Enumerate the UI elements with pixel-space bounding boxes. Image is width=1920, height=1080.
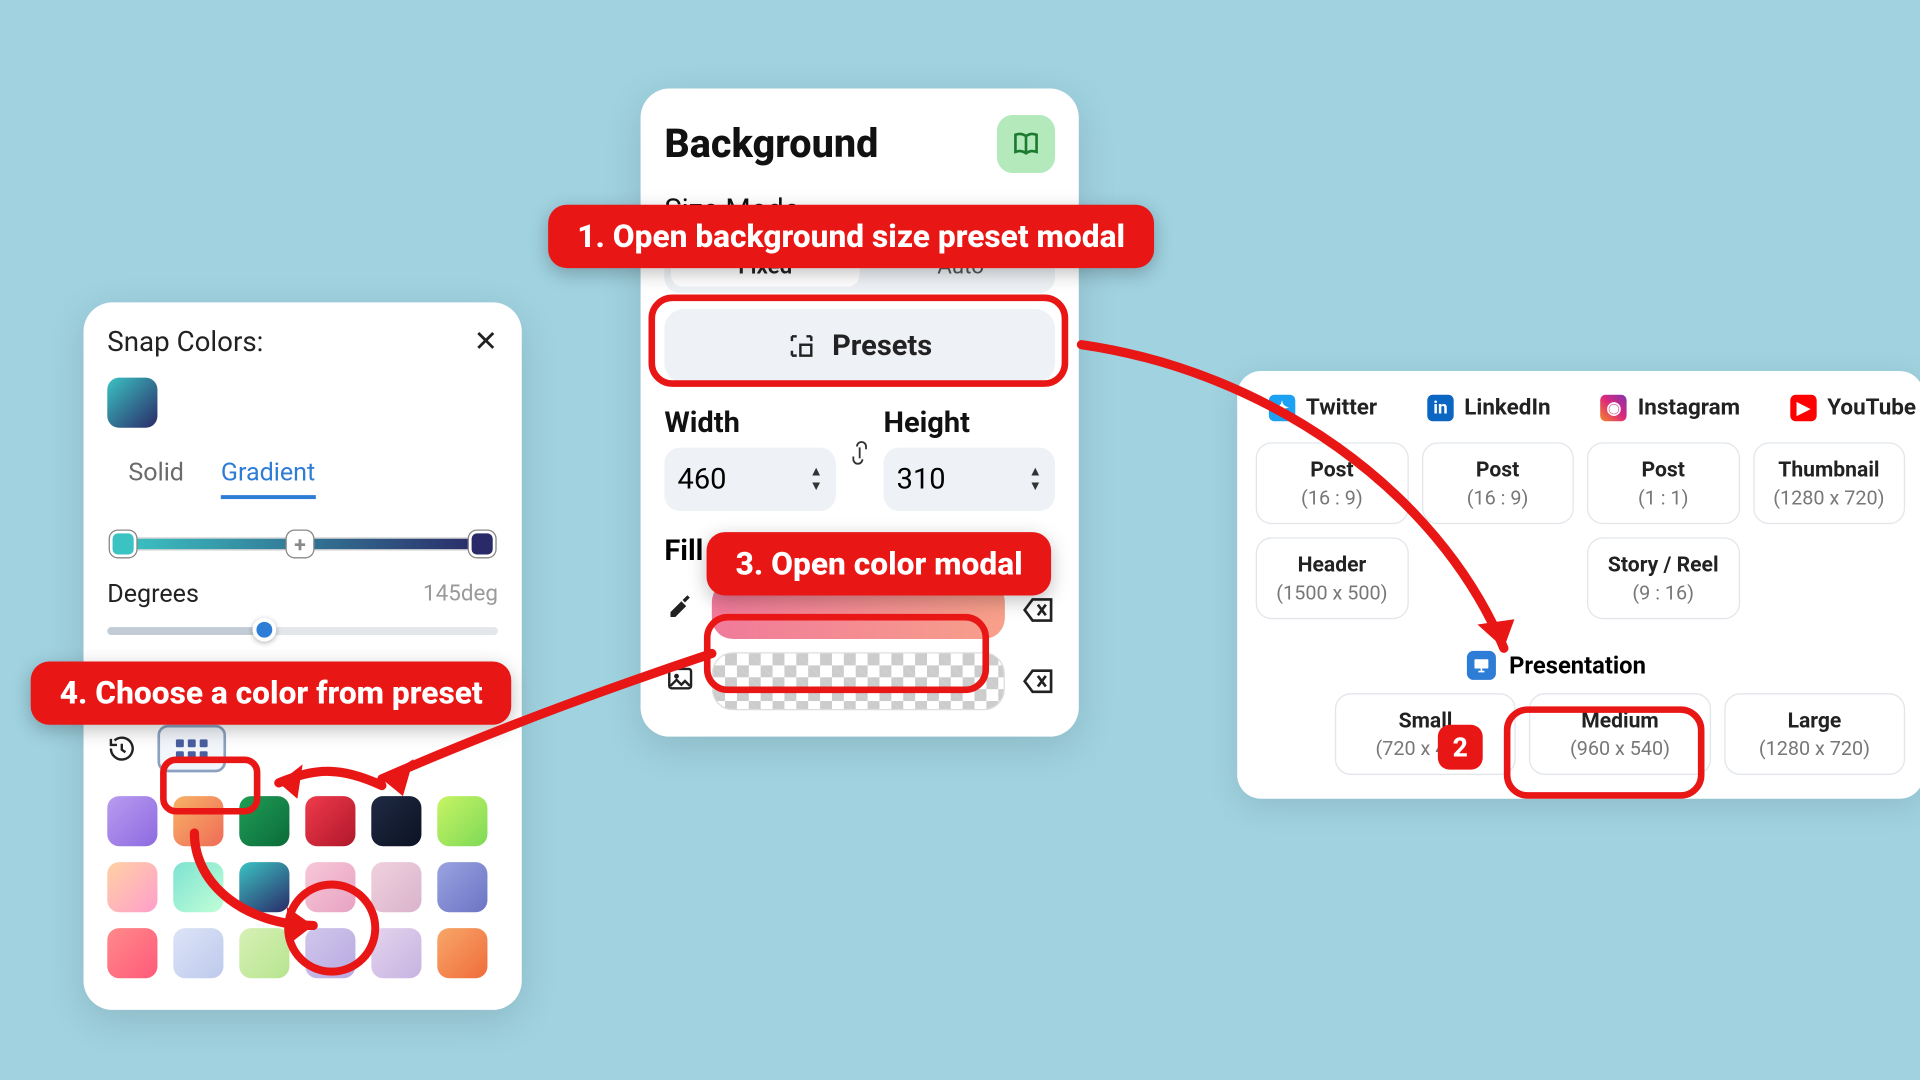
size-preset-option[interactable]: Small(720 x 405) xyxy=(1335,693,1516,775)
color-preset-swatch[interactable] xyxy=(371,928,421,978)
callout-1: 1. Open background size preset modal xyxy=(548,205,1154,268)
degrees-value: 145deg xyxy=(423,580,498,606)
width-stepper[interactable]: ▲▼ xyxy=(810,465,823,494)
clear-fill-icon[interactable] xyxy=(1021,595,1055,624)
platform-youtube: ▶YouTube xyxy=(1790,395,1916,421)
close-icon[interactable]: ✕ xyxy=(474,326,498,359)
color-preset-swatch[interactable] xyxy=(305,928,355,978)
size-preset-option[interactable]: Story / Reel(9 : 16) xyxy=(1587,537,1739,619)
color-preset-swatch[interactable] xyxy=(305,796,355,846)
presets-button[interactable]: Presets xyxy=(664,309,1055,383)
width-input[interactable]: 460 ▲▼ xyxy=(664,448,836,511)
presets-button-label: Presets xyxy=(832,329,932,362)
gradient-add-stop[interactable]: + xyxy=(287,531,313,557)
color-preset-swatch[interactable] xyxy=(107,862,157,912)
presentation-icon xyxy=(1467,651,1496,680)
color-preset-swatch[interactable] xyxy=(107,796,157,846)
color-preset-swatch[interactable] xyxy=(239,862,289,912)
tab-solid[interactable]: Solid xyxy=(128,457,184,499)
size-preset-option xyxy=(1421,537,1573,619)
callout-4: 4. Choose a color from preset xyxy=(31,661,512,724)
platform-twitter: ✦Twitter xyxy=(1269,395,1377,421)
color-preset-swatch[interactable] xyxy=(173,862,223,912)
presentation-label: Presentation xyxy=(1509,652,1646,680)
callout-2-badge: 2 xyxy=(1438,725,1483,770)
fill-image-swatch[interactable] xyxy=(712,652,1005,710)
size-preset-option[interactable]: Header(1500 x 500) xyxy=(1256,537,1408,619)
clear-image-icon[interactable] xyxy=(1021,667,1055,696)
gradient-stop-end[interactable] xyxy=(469,531,495,557)
size-preset-option[interactable]: Post(16 : 9) xyxy=(1421,442,1573,524)
size-preset-option[interactable]: Post(16 : 9) xyxy=(1256,442,1408,524)
book-icon[interactable] xyxy=(997,115,1055,173)
color-preset-swatch[interactable] xyxy=(173,928,223,978)
color-preset-grid xyxy=(107,796,498,978)
eyedropper-icon[interactable] xyxy=(664,592,696,628)
size-preset-option[interactable]: Medium(960 x 540) xyxy=(1529,693,1710,775)
size-presets-panel: ✦Twitter inLinkedIn ◉Instagram ▶YouTube … xyxy=(1237,371,1920,799)
platform-instagram: ◉Instagram xyxy=(1601,395,1740,421)
color-preset-swatch[interactable] xyxy=(107,928,157,978)
color-preset-swatch[interactable] xyxy=(173,796,223,846)
current-color-preview[interactable] xyxy=(107,378,157,428)
width-value: 460 xyxy=(678,463,727,496)
degrees-slider[interactable] xyxy=(107,622,498,638)
width-label: Width xyxy=(664,407,836,440)
height-input[interactable]: 310 ▲▼ xyxy=(883,448,1055,511)
color-preset-swatch[interactable] xyxy=(437,928,487,978)
color-preset-swatch[interactable] xyxy=(371,862,421,912)
presets-grid-button[interactable] xyxy=(157,725,226,773)
gradient-stop-start[interactable] xyxy=(110,531,136,557)
history-icon[interactable] xyxy=(107,734,136,763)
degrees-label: Degrees xyxy=(107,578,199,608)
color-preset-swatch[interactable] xyxy=(305,862,355,912)
snap-colors-panel: Snap Colors: ✕ Solid Gradient + Degrees … xyxy=(84,302,522,1010)
size-preset-option[interactable]: Large(1280 x 720) xyxy=(1724,693,1905,775)
color-preset-swatch[interactable] xyxy=(239,796,289,846)
size-preset-option xyxy=(1753,537,1905,619)
tab-gradient[interactable]: Gradient xyxy=(221,457,315,499)
height-label: Height xyxy=(883,407,1055,440)
size-preset-option[interactable]: Post(1 : 1) xyxy=(1587,442,1739,524)
color-preset-swatch[interactable] xyxy=(371,796,421,846)
platform-linkedin: inLinkedIn xyxy=(1427,395,1550,421)
color-preset-swatch[interactable] xyxy=(239,928,289,978)
height-value: 310 xyxy=(897,463,946,496)
image-icon[interactable] xyxy=(664,663,696,699)
height-stepper[interactable]: ▲▼ xyxy=(1029,465,1042,494)
gradient-editor[interactable]: + xyxy=(107,531,498,557)
background-panel: Background Size Mode Fixed Auto Presets … xyxy=(641,89,1079,737)
link-icon[interactable] xyxy=(846,438,872,480)
background-title: Background xyxy=(664,121,878,167)
callout-3: 3. Open color modal xyxy=(707,532,1052,595)
size-preset-option[interactable]: Thumbnail(1280 x 720) xyxy=(1753,442,1905,524)
snap-colors-title: Snap Colors: xyxy=(107,327,263,359)
color-preset-swatch[interactable] xyxy=(437,796,487,846)
color-preset-swatch[interactable] xyxy=(437,862,487,912)
